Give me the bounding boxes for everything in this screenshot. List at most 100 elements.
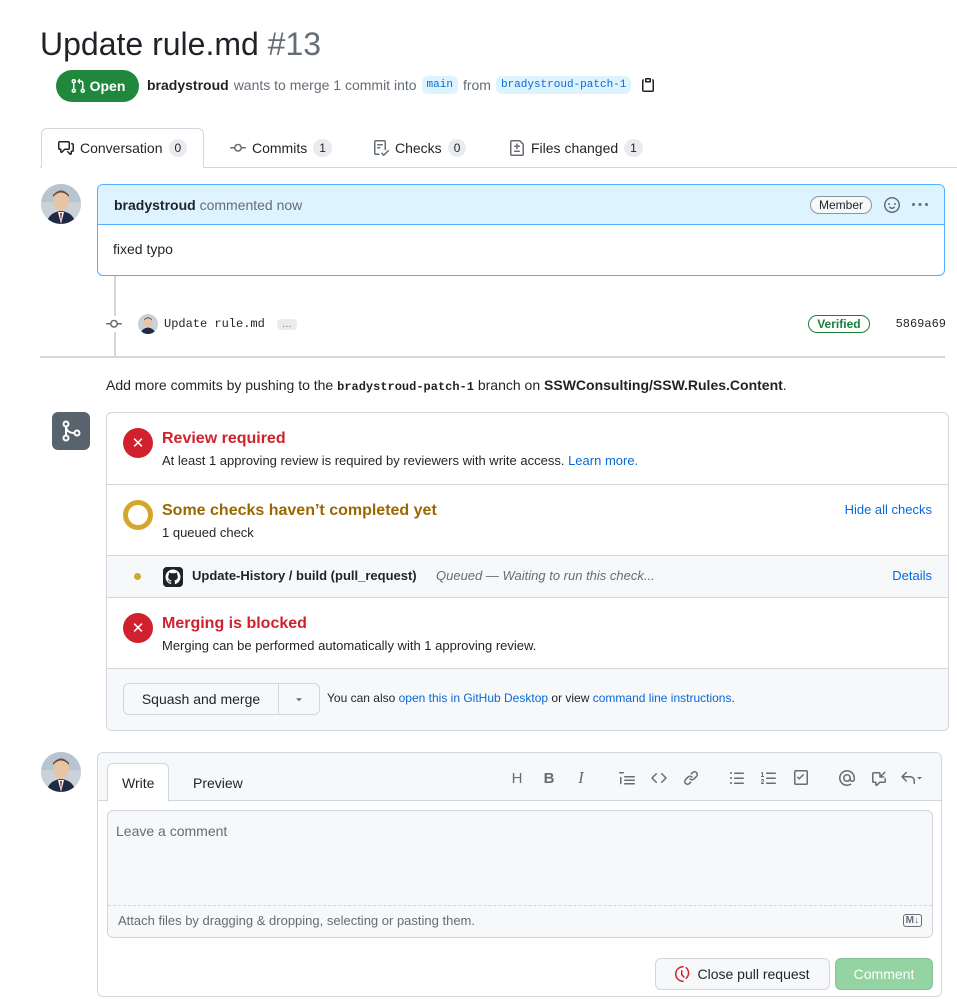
from-text: from xyxy=(462,77,491,93)
quote-icon[interactable] xyxy=(611,767,643,789)
cross-reference-icon[interactable] xyxy=(863,767,895,789)
checks-section: Some checks haven’t completed yet 1 queu… xyxy=(107,485,948,556)
check-item-row: Update-History / build (pull_request) Qu… xyxy=(107,556,948,598)
hint-repo: SSWConsulting/SSW.Rules.Content xyxy=(544,377,783,393)
queued-dot-icon xyxy=(134,573,141,580)
comment-discussion-icon xyxy=(58,141,74,155)
blocked-title: Merging is blocked xyxy=(162,615,307,632)
commit-avatar[interactable] xyxy=(138,314,158,334)
smiley-icon[interactable] xyxy=(884,196,900,213)
hint-branch: bradystroud-patch-1 xyxy=(337,380,474,394)
tab-conversation[interactable]: Conversation 0 xyxy=(41,128,205,168)
attach-files-bar[interactable]: Attach files by dragging & dropping, sel… xyxy=(108,905,932,937)
meta-text: wants to merge 1 commit into xyxy=(233,77,417,93)
blocked-desc: Merging can be performed automatically w… xyxy=(162,638,537,653)
timeline-separator xyxy=(40,356,945,358)
or-view-text: or view xyxy=(551,691,590,705)
comment-box: bradystroud commented now Member fixed t… xyxy=(97,184,945,276)
tab-label: Conversation xyxy=(80,140,163,156)
hint-suffix: . xyxy=(782,377,787,393)
status-badge: Open xyxy=(56,70,139,102)
tab-files-changed[interactable]: Files changed 1 xyxy=(509,128,643,168)
bold-icon[interactable]: B xyxy=(533,767,565,789)
verified-badge[interactable]: Verified xyxy=(808,315,870,333)
triangle-down-icon xyxy=(296,698,302,702)
comment-input[interactable] xyxy=(108,811,932,851)
head-branch[interactable]: bradystroud-patch-1 xyxy=(495,76,632,94)
avatar-image xyxy=(41,184,81,224)
merge-button-group: Squash and merge xyxy=(123,683,320,715)
learn-more-link[interactable]: Learn more. xyxy=(568,453,638,468)
comment-author[interactable]: bradystroud xyxy=(114,197,196,213)
close-pr-label: Close pull request xyxy=(697,966,810,982)
tab-counter: 0 xyxy=(168,139,188,157)
commit-message[interactable]: Update rule.md xyxy=(164,317,265,331)
ordered-list-icon[interactable] xyxy=(753,767,785,789)
markdown-icon[interactable]: M↓ xyxy=(902,914,922,927)
avatar[interactable] xyxy=(41,184,81,224)
comment-header: bradystroud commented now Member xyxy=(98,185,944,225)
squash-merge-button[interactable]: Squash and merge xyxy=(123,683,279,715)
also-text: You can also xyxy=(327,691,396,705)
commit-icon xyxy=(230,143,246,152)
role-badge: Member xyxy=(809,195,872,214)
commit-expand-button[interactable]: … xyxy=(276,318,297,330)
italic-icon[interactable]: I xyxy=(565,767,597,789)
pr-meta: bradystroud wants to merge 1 commit into… xyxy=(147,76,656,94)
push-hint: Add more commits by pushing to the brady… xyxy=(106,377,787,394)
link-icon[interactable] xyxy=(675,767,707,789)
pending-icon xyxy=(123,500,153,530)
avatar-image xyxy=(41,752,81,792)
tab-counter: 1 xyxy=(313,139,332,157)
commit-sha[interactable]: 5869a69 xyxy=(896,317,946,331)
markdown-toolbar: H B I xyxy=(501,767,927,789)
tasklist-icon[interactable] xyxy=(785,767,817,789)
attach-text: Attach files by dragging & dropping, sel… xyxy=(118,913,475,928)
kebab-horizontal-icon[interactable] xyxy=(912,197,928,213)
merge-box: ✕ Review required At least 1 approving r… xyxy=(106,412,949,731)
merge-method-dropdown[interactable] xyxy=(279,683,320,715)
status-label: Open xyxy=(89,78,126,94)
avatar[interactable] xyxy=(41,752,81,792)
comment-action[interactable]: commented now xyxy=(200,197,303,213)
pr-title: Update rule.md xyxy=(40,26,259,62)
git-pull-request-icon xyxy=(71,78,85,94)
tab-label: Commits xyxy=(252,140,308,156)
mention-icon[interactable] xyxy=(831,767,863,789)
period-text: . xyxy=(731,691,735,705)
page-title: Update rule.md #13 xyxy=(40,24,321,64)
hide-checks-link[interactable]: Hide all checks xyxy=(845,502,932,517)
code-icon[interactable] xyxy=(643,767,675,789)
cli-instructions-link[interactable]: command line instructions xyxy=(593,691,732,705)
review-section: ✕ Review required At least 1 approving r… xyxy=(107,413,948,485)
file-diff-icon xyxy=(510,140,524,156)
tab-label: Checks xyxy=(395,140,442,156)
unordered-list-icon[interactable] xyxy=(721,767,753,789)
comment-composer: Write Preview H B I Leave a comment Atta… xyxy=(97,752,942,997)
checklist-icon xyxy=(374,140,389,156)
copy-icon[interactable] xyxy=(640,77,656,93)
tab-counter: 1 xyxy=(624,139,643,157)
hint-prefix: Add more commits by pushing to the xyxy=(106,377,334,393)
author-link[interactable]: bradystroud xyxy=(147,77,229,93)
comment-textarea-wrapper: Attach files by dragging & dropping, sel… xyxy=(107,810,933,938)
commit-icon xyxy=(106,316,122,332)
tab-commits[interactable]: Commits 1 xyxy=(230,128,332,168)
tab-write[interactable]: Write xyxy=(107,763,170,802)
hint-middle: branch on xyxy=(477,377,541,393)
checks-title: Some checks haven’t completed yet xyxy=(162,502,437,519)
heading-icon[interactable]: H xyxy=(501,767,533,789)
reply-icon[interactable] xyxy=(895,767,927,789)
tab-checks[interactable]: Checks 0 xyxy=(373,128,467,168)
comment-body: fixed typo xyxy=(113,241,173,257)
details-link[interactable]: Details xyxy=(892,568,932,583)
merge-actions: Squash and merge You can also open this … xyxy=(107,669,948,730)
comment-button[interactable]: Comment xyxy=(835,958,933,990)
tab-preview[interactable]: Preview xyxy=(179,763,257,802)
close-pr-button[interactable]: Close pull request xyxy=(655,958,830,990)
base-branch[interactable]: main xyxy=(421,76,458,94)
github-icon xyxy=(163,567,183,587)
checks-desc: 1 queued check xyxy=(162,525,254,540)
github-desktop-link[interactable]: open this in GitHub Desktop xyxy=(399,691,548,705)
tab-label: Files changed xyxy=(531,140,619,156)
